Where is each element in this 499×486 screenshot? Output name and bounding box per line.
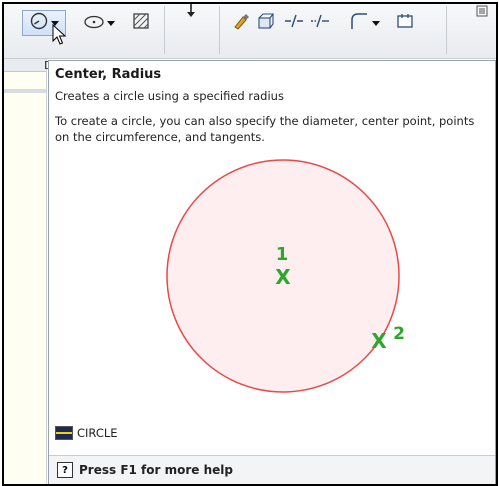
point-2-label: 2 — [393, 324, 405, 344]
toolbar-separator — [219, 6, 220, 54]
circumference-point-marker: X — [371, 329, 387, 353]
paintbrush-icon — [232, 12, 250, 34]
region-icon — [396, 13, 414, 33]
toolbar-separator — [446, 6, 447, 54]
panel-options-icon — [476, 4, 488, 21]
circle-center-radius-icon — [30, 12, 48, 34]
region-tool-button[interactable] — [394, 10, 416, 36]
break-tool-button[interactable] — [283, 10, 305, 36]
panel-options-button[interactable] — [474, 4, 490, 18]
panel-divider — [4, 89, 46, 93]
drawing-area-edge: D — [4, 59, 52, 484]
help-icon[interactable]: ? — [57, 462, 73, 478]
pin-arrow-icon — [187, 4, 195, 17]
ribbon-toolbar — [4, 4, 496, 59]
tooltip-subtitle: Creates a circle using a specified radiu… — [55, 89, 284, 103]
chevron-down-icon[interactable] — [371, 20, 380, 26]
match-properties-tool-button[interactable] — [230, 10, 252, 36]
break-at-point-icon — [310, 13, 330, 33]
fillet-tool-button[interactable] — [344, 10, 384, 36]
tooltip-title: Center, Radius — [55, 67, 162, 82]
tooltip-description: To create a circle, you can also specify… — [55, 114, 475, 144]
ellipse-tool-button[interactable] — [80, 10, 118, 36]
command-line-icon — [55, 426, 73, 440]
command-label: CIRCLE — [77, 426, 118, 440]
ellipse-icon — [83, 14, 104, 33]
chevron-down-icon[interactable] — [106, 20, 115, 26]
help-hint-text: Press F1 for more help — [79, 463, 233, 477]
block-tool-button[interactable] — [254, 10, 276, 36]
block-icon — [256, 12, 275, 34]
break-at-point-tool-button[interactable] — [309, 10, 331, 36]
toolbar-separator — [164, 6, 165, 54]
break-line-icon — [284, 13, 304, 33]
tooltip-footer: ? Press F1 for more help — [49, 455, 495, 484]
hatch-tool-button[interactable] — [128, 10, 154, 36]
mouse-cursor-icon — [52, 24, 67, 45]
tooltip-panel: Center, Radius Creates a circle using a … — [48, 60, 496, 484]
center-point-marker: X — [275, 265, 291, 289]
autocad-window: D Center, Radius Creates a circle using … — [2, 2, 498, 486]
point-1-label: 1 — [276, 244, 289, 265]
command-name: CIRCLE — [55, 426, 118, 440]
fillet-icon — [349, 11, 369, 35]
circle-illustration: 1 X X 2 — [166, 159, 405, 393]
hatch-icon — [132, 12, 150, 34]
panel-header-bar — [4, 59, 46, 72]
